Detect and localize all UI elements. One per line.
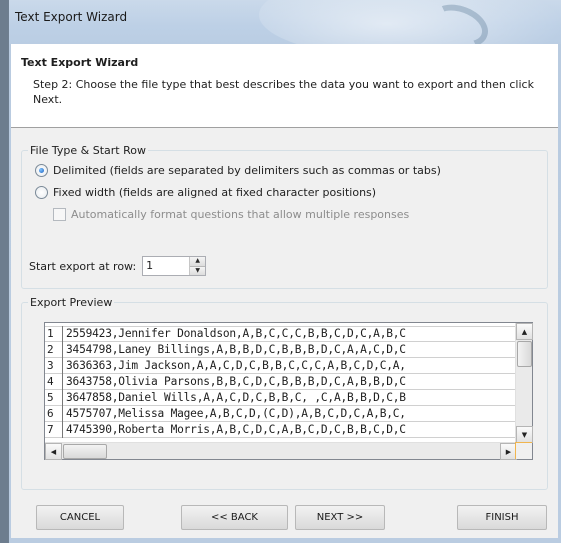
preview-row[interactable]: 7 4745390,Roberta Morris,A,B,C,D,C,A,B,C… [45,421,515,438]
window-title: Text Export Wizard [15,10,128,24]
auto-format-checkbox[interactable] [53,208,66,221]
row-number: 3 [45,357,63,374]
row-text: 3454798,Laney Billings,A,B,B,D,C,B,B,B,D… [66,342,406,356]
horizontal-scrollbar[interactable]: ◀ ▶ [45,442,517,460]
row-text: 3647858,Daniel Wills,A,A,C,D,C,B,B,C, ,C… [66,390,406,404]
preview-row[interactable]: 3 3636363,Jim Jackson,A,A,C,D,C,B,B,C,C,… [45,357,515,374]
delimited-radio[interactable] [35,164,48,177]
back-button[interactable]: << BACK [181,505,288,530]
fixed-width-label: Fixed width (fields are aligned at fixed… [53,186,377,199]
wizard-header: Text Export Wizard Step 2: Choose the fi… [11,44,558,128]
scroll-up-icon[interactable]: ▲ [516,323,533,340]
start-row-control: Start export at row: 1 ▲ ▼ [29,256,207,276]
scrollbar-corner [515,442,532,459]
preview-row[interactable]: 2 3454798,Laney Billings,A,B,B,D,C,B,B,B… [45,341,515,358]
row-text: 2559423,Jennifer Donaldson,A,B,C,C,C,B,B… [66,327,406,340]
row-number: 2 [45,341,63,358]
delimited-label: Delimited (fields are separated by delim… [53,164,441,177]
preview-row[interactable]: 5 3647858,Daniel Wills,A,A,C,D,C,B,B,C, … [45,389,515,406]
auto-format-option[interactable]: Automatically format questions that allo… [53,208,409,221]
row-text: 4575707,Melissa Magee,A,B,C,D,(C,D),A,B,… [66,406,406,420]
stepper-arrows: ▲ ▼ [189,257,206,275]
title-bar[interactable]: Text Export Wizard [9,0,561,44]
start-row-stepper[interactable]: 1 ▲ ▼ [142,256,207,276]
row-number: 4 [45,373,63,390]
row-number: 5 [45,389,63,406]
auto-format-label: Automatically format questions that allo… [71,208,410,221]
fixed-width-option[interactable]: Fixed width (fields are aligned at fixed… [35,186,376,199]
fixed-width-radio[interactable] [35,186,48,199]
stepper-up-icon[interactable]: ▲ [190,257,206,266]
preview-row[interactable]: 6 4575707,Melissa Magee,A,B,C,D,(C,D),A,… [45,405,515,422]
next-button[interactable]: NEXT >> [295,505,385,530]
row-text: 3643758,Olivia Parsons,B,B,C,D,C,B,B,B,D… [66,374,406,388]
stepper-down-icon[interactable]: ▼ [190,265,206,275]
finish-button[interactable]: FINISH [457,505,547,530]
horizontal-scroll-thumb[interactable] [63,444,107,459]
header-description: Step 2: Choose the file type that best d… [33,78,534,106]
preview-row[interactable]: 4 3643758,Olivia Parsons,B,B,C,D,C,B,B,B… [45,373,515,390]
file-type-group-legend: File Type & Start Row [30,144,146,157]
header-title: Text Export Wizard [21,56,139,69]
wizard-window: Text Export Wizard Text Export Wizard St… [8,0,561,543]
vertical-scroll-thumb[interactable] [517,341,532,367]
title-bar-decoration [259,0,561,44]
preview-row[interactable]: 1 2559423,Jennifer Donaldson,A,B,C,C,C,B… [45,326,515,342]
row-number: 1 [45,326,63,342]
row-number: 6 [45,405,63,422]
vertical-scrollbar[interactable]: ▲ ▼ [515,323,533,443]
preview-rows: 1 2559423,Jennifer Donaldson,A,B,C,C,C,B… [45,326,515,438]
cancel-button[interactable]: CANCEL [36,505,124,530]
dialog-body: Text Export Wizard Step 2: Choose the fi… [11,44,558,538]
scroll-left-icon[interactable]: ◀ [45,443,62,460]
scroll-down-icon[interactable]: ▼ [516,426,533,443]
row-number: 7 [45,421,63,438]
export-preview-grid[interactable]: 1 2559423,Jennifer Donaldson,A,B,C,C,C,B… [44,322,533,460]
start-row-input[interactable]: 1 [143,257,189,275]
delimited-option[interactable]: Delimited (fields are separated by delim… [35,164,441,177]
export-preview-legend: Export Preview [30,296,113,309]
row-text: 4745390,Roberta Morris,A,B,C,D,C,A,B,C,D… [66,422,406,436]
start-row-label: Start export at row: [29,259,137,273]
row-text: 3636363,Jim Jackson,A,A,C,D,C,B,B,C,C,C,… [66,358,406,372]
